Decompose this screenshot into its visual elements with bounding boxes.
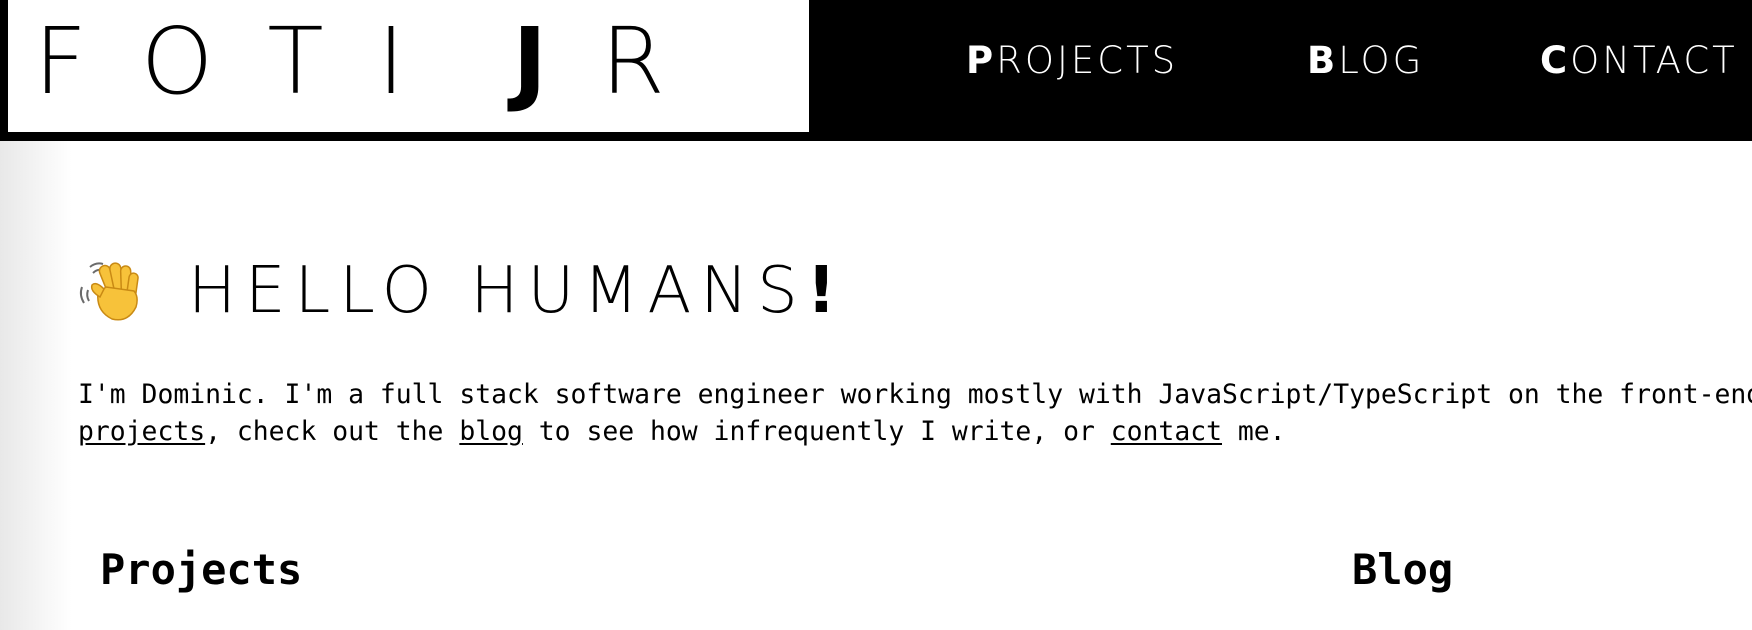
nav-projects-initial: P <box>966 39 997 82</box>
intro-contact-link[interactable]: contact <box>1111 416 1222 447</box>
nav-blog-initial: B <box>1307 39 1339 82</box>
logo-initial-rest: R <box>600 8 719 115</box>
intro-text-b: to see how infrequently I write, or <box>522 416 1111 447</box>
site-logo[interactable]: FOTI JR <box>8 0 809 132</box>
nav-contact-initial: C <box>1540 39 1571 82</box>
hero-title: HELLO HUMANS! <box>188 252 845 330</box>
page-edge-shadow <box>0 140 72 630</box>
blog-section-heading: Blog <box>1352 545 1454 594</box>
nav-projects-rest: ROJECTS <box>996 39 1179 82</box>
hero-heading: HELLO HUMANS! <box>76 252 845 330</box>
hero-title-text: HELLO HUMANS <box>188 254 807 328</box>
logo-initial-bold: J <box>512 8 601 115</box>
nav-blog-rest: LOG <box>1338 39 1425 82</box>
projects-section-heading: Projects <box>100 545 303 594</box>
intro-text-a: , check out the <box>205 416 460 447</box>
intro-text-c: me. <box>1222 416 1286 447</box>
logo-first-name: FOTI <box>34 8 459 115</box>
nav-contact[interactable]: CONTACT <box>1540 38 1738 84</box>
site-header: FOTI JR PROJECTS BLOG CONTACT <box>0 0 1752 141</box>
nav-contact-rest: ONTACT <box>1570 39 1738 82</box>
intro-line-2: projects, check out the blog to see how … <box>78 413 1752 450</box>
waving-hand-icon <box>76 257 144 325</box>
intro-blog-link[interactable]: blog <box>459 416 523 447</box>
logo-text: FOTI JR <box>34 8 719 116</box>
intro-paragraph: I'm Dominic. I'm a full stack software e… <box>78 376 1752 450</box>
hero-title-exclamation: ! <box>806 254 845 328</box>
intro-line-1: I'm Dominic. I'm a full stack software e… <box>78 379 1752 410</box>
nav-projects[interactable]: PROJECTS <box>966 38 1178 84</box>
intro-projects-link[interactable]: projects <box>78 416 205 447</box>
nav-blog[interactable]: BLOG <box>1307 38 1424 84</box>
